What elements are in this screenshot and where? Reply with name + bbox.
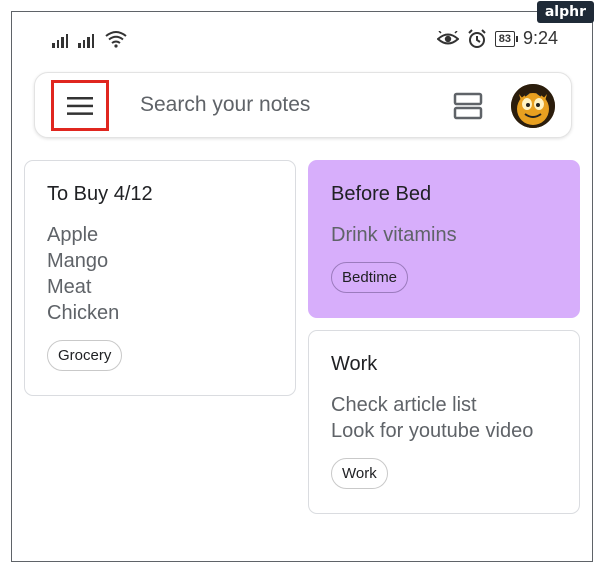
note-card[interactable]: Before Bed Drink vitamins Bedtime (308, 160, 580, 318)
note-line: Drink vitamins (331, 224, 457, 246)
battery-indicator: 83 (494, 30, 519, 47)
label-chip[interactable]: Work (331, 458, 388, 489)
note-line: Chicken (47, 302, 120, 324)
note-line: Apple (47, 224, 99, 246)
note-line: Mango (47, 250, 109, 272)
note-title: Before Bed (331, 183, 432, 205)
menu-button[interactable] (51, 80, 109, 131)
status-bar: 83 9:24 (12, 26, 592, 52)
search-placeholder[interactable]: Search your notes (140, 93, 310, 117)
signal-indicators (52, 26, 128, 48)
status-right: 83 9:24 (436, 28, 558, 49)
account-avatar[interactable] (511, 84, 555, 128)
cell-signal-icon (52, 32, 68, 48)
note-card[interactable]: To Buy 4/12 Apple Mango Meat Chicken Gro… (24, 160, 296, 396)
clock-time: 9:24 (522, 28, 558, 48)
avatar-image (511, 84, 555, 128)
list-view-toggle-icon[interactable] (453, 92, 483, 120)
hamburger-menu-icon (67, 96, 93, 115)
phone-screen: 83 9:24 Search your notes To Buy 4/12 Ap… (11, 11, 593, 562)
note-title: To Buy 4/12 (47, 183, 153, 205)
eye-comfort-icon (436, 30, 459, 44)
note-line: Look for youtube video (331, 420, 534, 442)
note-line: Check article list (331, 394, 477, 416)
alphr-watermark: alphr (536, 1, 594, 23)
note-card[interactable]: Work Check article list Look for youtube… (308, 330, 580, 514)
search-bar[interactable]: Search your notes (34, 72, 572, 138)
wifi-icon (105, 31, 127, 48)
alarm-icon (467, 28, 486, 48)
note-line: Meat (47, 276, 92, 298)
label-chip[interactable]: Grocery (47, 340, 123, 371)
cell-signal-icon (78, 32, 94, 48)
label-chip[interactable]: Bedtime (331, 262, 409, 293)
note-title: Work (331, 353, 378, 375)
